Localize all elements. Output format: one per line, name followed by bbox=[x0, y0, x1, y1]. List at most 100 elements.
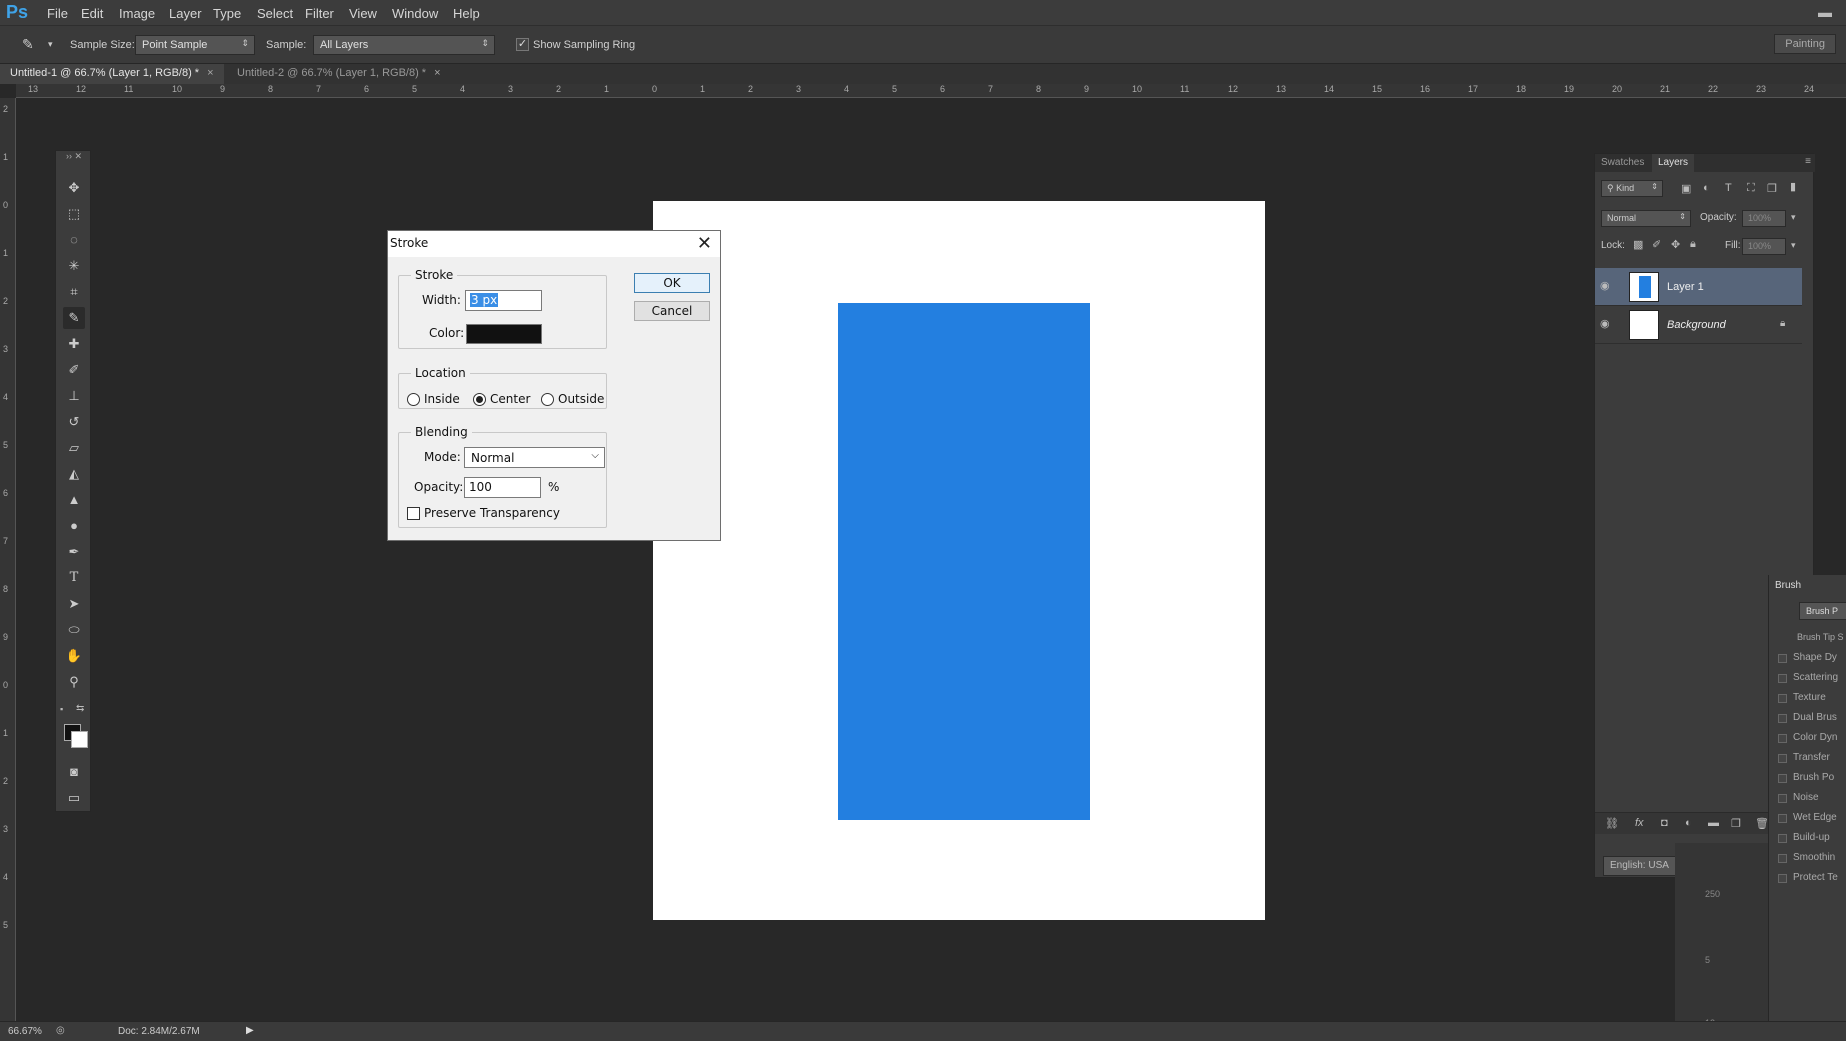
eraser-tool-icon[interactable]: ▱ bbox=[63, 437, 85, 459]
brush-option[interactable]: Color Dyn bbox=[1778, 732, 1837, 743]
lock-position-icon[interactable]: ✥ bbox=[1671, 238, 1680, 251]
panel-menu-icon[interactable]: ≡ bbox=[1805, 156, 1811, 167]
cancel-button[interactable]: Cancel bbox=[634, 301, 710, 321]
marquee-tool-icon[interactable]: ⬚ bbox=[63, 203, 85, 225]
eye-icon[interactable]: ◉ bbox=[1600, 317, 1610, 330]
brush-tab[interactable]: Brush bbox=[1775, 580, 1801, 591]
show-sampling-ring-checkbox[interactable]: ✓ bbox=[516, 38, 529, 51]
quick-mask-icon[interactable]: ◙ bbox=[63, 761, 85, 783]
clone-stamp-tool-icon[interactable]: ⊥ bbox=[63, 385, 85, 407]
delete-layer-icon[interactable]: 🗑︎ bbox=[1755, 817, 1769, 830]
brush-option[interactable]: Scattering bbox=[1778, 672, 1838, 683]
crop-tool-icon[interactable]: ⌗ bbox=[63, 281, 85, 303]
brush-option-checkbox[interactable] bbox=[1778, 674, 1787, 683]
layer-row-layer-1[interactable]: ◉ Layer 1 bbox=[1595, 268, 1802, 306]
collapse-icon[interactable]: ›› ✕ bbox=[66, 151, 82, 162]
layer-opacity-input[interactable]: 100% bbox=[1742, 210, 1786, 227]
menu-edit[interactable]: Edit bbox=[81, 6, 103, 21]
brush-option-checkbox[interactable] bbox=[1778, 834, 1787, 843]
eyedropper-tool-icon[interactable]: ✎ bbox=[22, 36, 34, 53]
brush-option[interactable]: Brush Po bbox=[1778, 772, 1834, 783]
lock-pixels-icon[interactable]: ✐ bbox=[1652, 238, 1661, 251]
brush-option[interactable]: Build-up bbox=[1778, 832, 1830, 843]
paint-bucket-tool-icon[interactable]: ◭ bbox=[63, 463, 85, 485]
tab-untitled-2[interactable]: Untitled-2 @ 66.7% (Layer 1, RGB/8) * × bbox=[227, 64, 451, 84]
path-selection-tool-icon[interactable]: ➤ bbox=[63, 593, 85, 615]
filter-type-icon[interactable]: T bbox=[1725, 182, 1732, 194]
tab-untitled-1[interactable]: Untitled-1 @ 66.7% (Layer 1, RGB/8) * × bbox=[0, 64, 224, 84]
background-color-swatch[interactable] bbox=[71, 731, 88, 748]
chevron-down-icon[interactable]: ▾ bbox=[1791, 240, 1796, 251]
brush-option-checkbox[interactable] bbox=[1778, 814, 1787, 823]
brush-option[interactable]: Smoothin bbox=[1778, 852, 1835, 863]
brush-option-checkbox[interactable] bbox=[1778, 794, 1787, 803]
filter-pixel-icon[interactable]: ▣ bbox=[1681, 182, 1691, 195]
brush-option-checkbox[interactable] bbox=[1778, 734, 1787, 743]
default-colors-icon[interactable]: ▪ bbox=[60, 704, 63, 714]
opacity-input[interactable]: 100 bbox=[464, 477, 541, 498]
layer-row-background[interactable]: ◉ Background 🔒︎ bbox=[1595, 306, 1802, 344]
layer-filter-select[interactable]: ⚲ Kind ⇕ bbox=[1601, 180, 1663, 197]
menu-type[interactable]: Type bbox=[213, 6, 241, 21]
document-canvas[interactable] bbox=[653, 201, 1265, 920]
tab-layers[interactable]: Layers bbox=[1652, 154, 1695, 172]
adjustment-layer-icon[interactable]: ◐ bbox=[1685, 817, 1692, 829]
width-input[interactable]: 3 px bbox=[465, 290, 542, 311]
screen-mode-icon[interactable]: ▭ bbox=[63, 787, 85, 809]
new-layer-icon[interactable]: ❐ bbox=[1731, 817, 1741, 830]
move-tool-icon[interactable]: ✥ bbox=[63, 177, 85, 199]
filter-shape-icon[interactable]: ⛶ bbox=[1747, 182, 1755, 195]
dodge-tool-icon[interactable]: ● bbox=[63, 515, 85, 537]
brush-option-checkbox[interactable] bbox=[1778, 774, 1787, 783]
tab-swatches[interactable]: Swatches bbox=[1595, 154, 1650, 172]
sample-size-select[interactable]: Point Sample ⇕ bbox=[135, 35, 255, 55]
eye-icon[interactable]: ◉ bbox=[1600, 279, 1610, 292]
lasso-tool-icon[interactable]: ◌ bbox=[63, 229, 85, 251]
filter-adjustment-icon[interactable]: ◐ bbox=[1703, 182, 1710, 194]
minimize-icon[interactable]: ▬ bbox=[1818, 4, 1832, 20]
menu-select[interactable]: Select bbox=[257, 6, 293, 21]
tool-preset-dropdown-icon[interactable]: ▾ bbox=[48, 39, 53, 50]
pen-tool-icon[interactable]: ✒ bbox=[63, 541, 85, 563]
close-tab-icon[interactable]: × bbox=[207, 67, 213, 79]
brush-option[interactable]: Dual Brus bbox=[1778, 712, 1837, 723]
magic-wand-tool-icon[interactable]: ✳ bbox=[63, 255, 85, 277]
menu-layer[interactable]: Layer bbox=[169, 6, 202, 21]
brush-tip-shape-item[interactable]: Brush Tip S bbox=[1797, 632, 1844, 642]
chevron-down-icon[interactable]: ▾ bbox=[1791, 212, 1796, 223]
brush-option[interactable]: Transfer bbox=[1778, 752, 1830, 763]
brush-option[interactable]: Texture bbox=[1778, 692, 1826, 703]
close-tab-icon[interactable]: × bbox=[434, 67, 440, 79]
preserve-transparency-checkbox[interactable] bbox=[407, 507, 420, 520]
stroke-color-swatch[interactable] bbox=[466, 324, 542, 344]
brush-option-checkbox[interactable] bbox=[1778, 714, 1787, 723]
filter-smart-object-icon[interactable]: ❐ bbox=[1767, 182, 1777, 195]
sample-select[interactable]: All Layers ⇕ bbox=[313, 35, 495, 55]
share-icon[interactable]: ◎ bbox=[56, 1025, 65, 1036]
type-tool-icon[interactable]: T bbox=[63, 567, 85, 589]
brush-option-checkbox[interactable] bbox=[1778, 654, 1787, 663]
layer-blend-mode-select[interactable]: Normal ⇕ bbox=[1601, 210, 1691, 227]
brush-option-checkbox[interactable] bbox=[1778, 854, 1787, 863]
menu-filter[interactable]: Filter bbox=[305, 6, 334, 21]
new-group-icon[interactable]: ▬ bbox=[1708, 817, 1719, 829]
lock-all-icon[interactable]: 🔒︎ bbox=[1690, 238, 1696, 251]
center-radio[interactable] bbox=[473, 393, 486, 406]
brush-option-checkbox[interactable] bbox=[1778, 754, 1787, 763]
close-icon[interactable]: ✕ bbox=[697, 233, 712, 254]
brush-option[interactable]: Noise bbox=[1778, 792, 1819, 803]
menu-help[interactable]: Help bbox=[453, 6, 480, 21]
brush-option[interactable]: Shape Dy bbox=[1778, 652, 1837, 663]
layer-mask-icon[interactable]: ◘ bbox=[1661, 817, 1668, 829]
layer-name[interactable]: Layer 1 bbox=[1667, 281, 1704, 293]
brush-option[interactable]: Wet Edge bbox=[1778, 812, 1837, 823]
blur-tool-icon[interactable]: ▲ bbox=[63, 489, 85, 511]
history-brush-tool-icon[interactable]: ↺ bbox=[63, 411, 85, 433]
blend-mode-select[interactable]: Normal ⌵ bbox=[464, 447, 605, 468]
menu-image[interactable]: Image bbox=[119, 6, 155, 21]
link-layers-icon[interactable]: ⛓ bbox=[1605, 817, 1619, 830]
brush-option-checkbox[interactable] bbox=[1778, 874, 1787, 883]
menu-window[interactable]: Window bbox=[392, 6, 438, 21]
menu-view[interactable]: View bbox=[349, 6, 377, 21]
fill-input[interactable]: 100% bbox=[1742, 238, 1786, 255]
